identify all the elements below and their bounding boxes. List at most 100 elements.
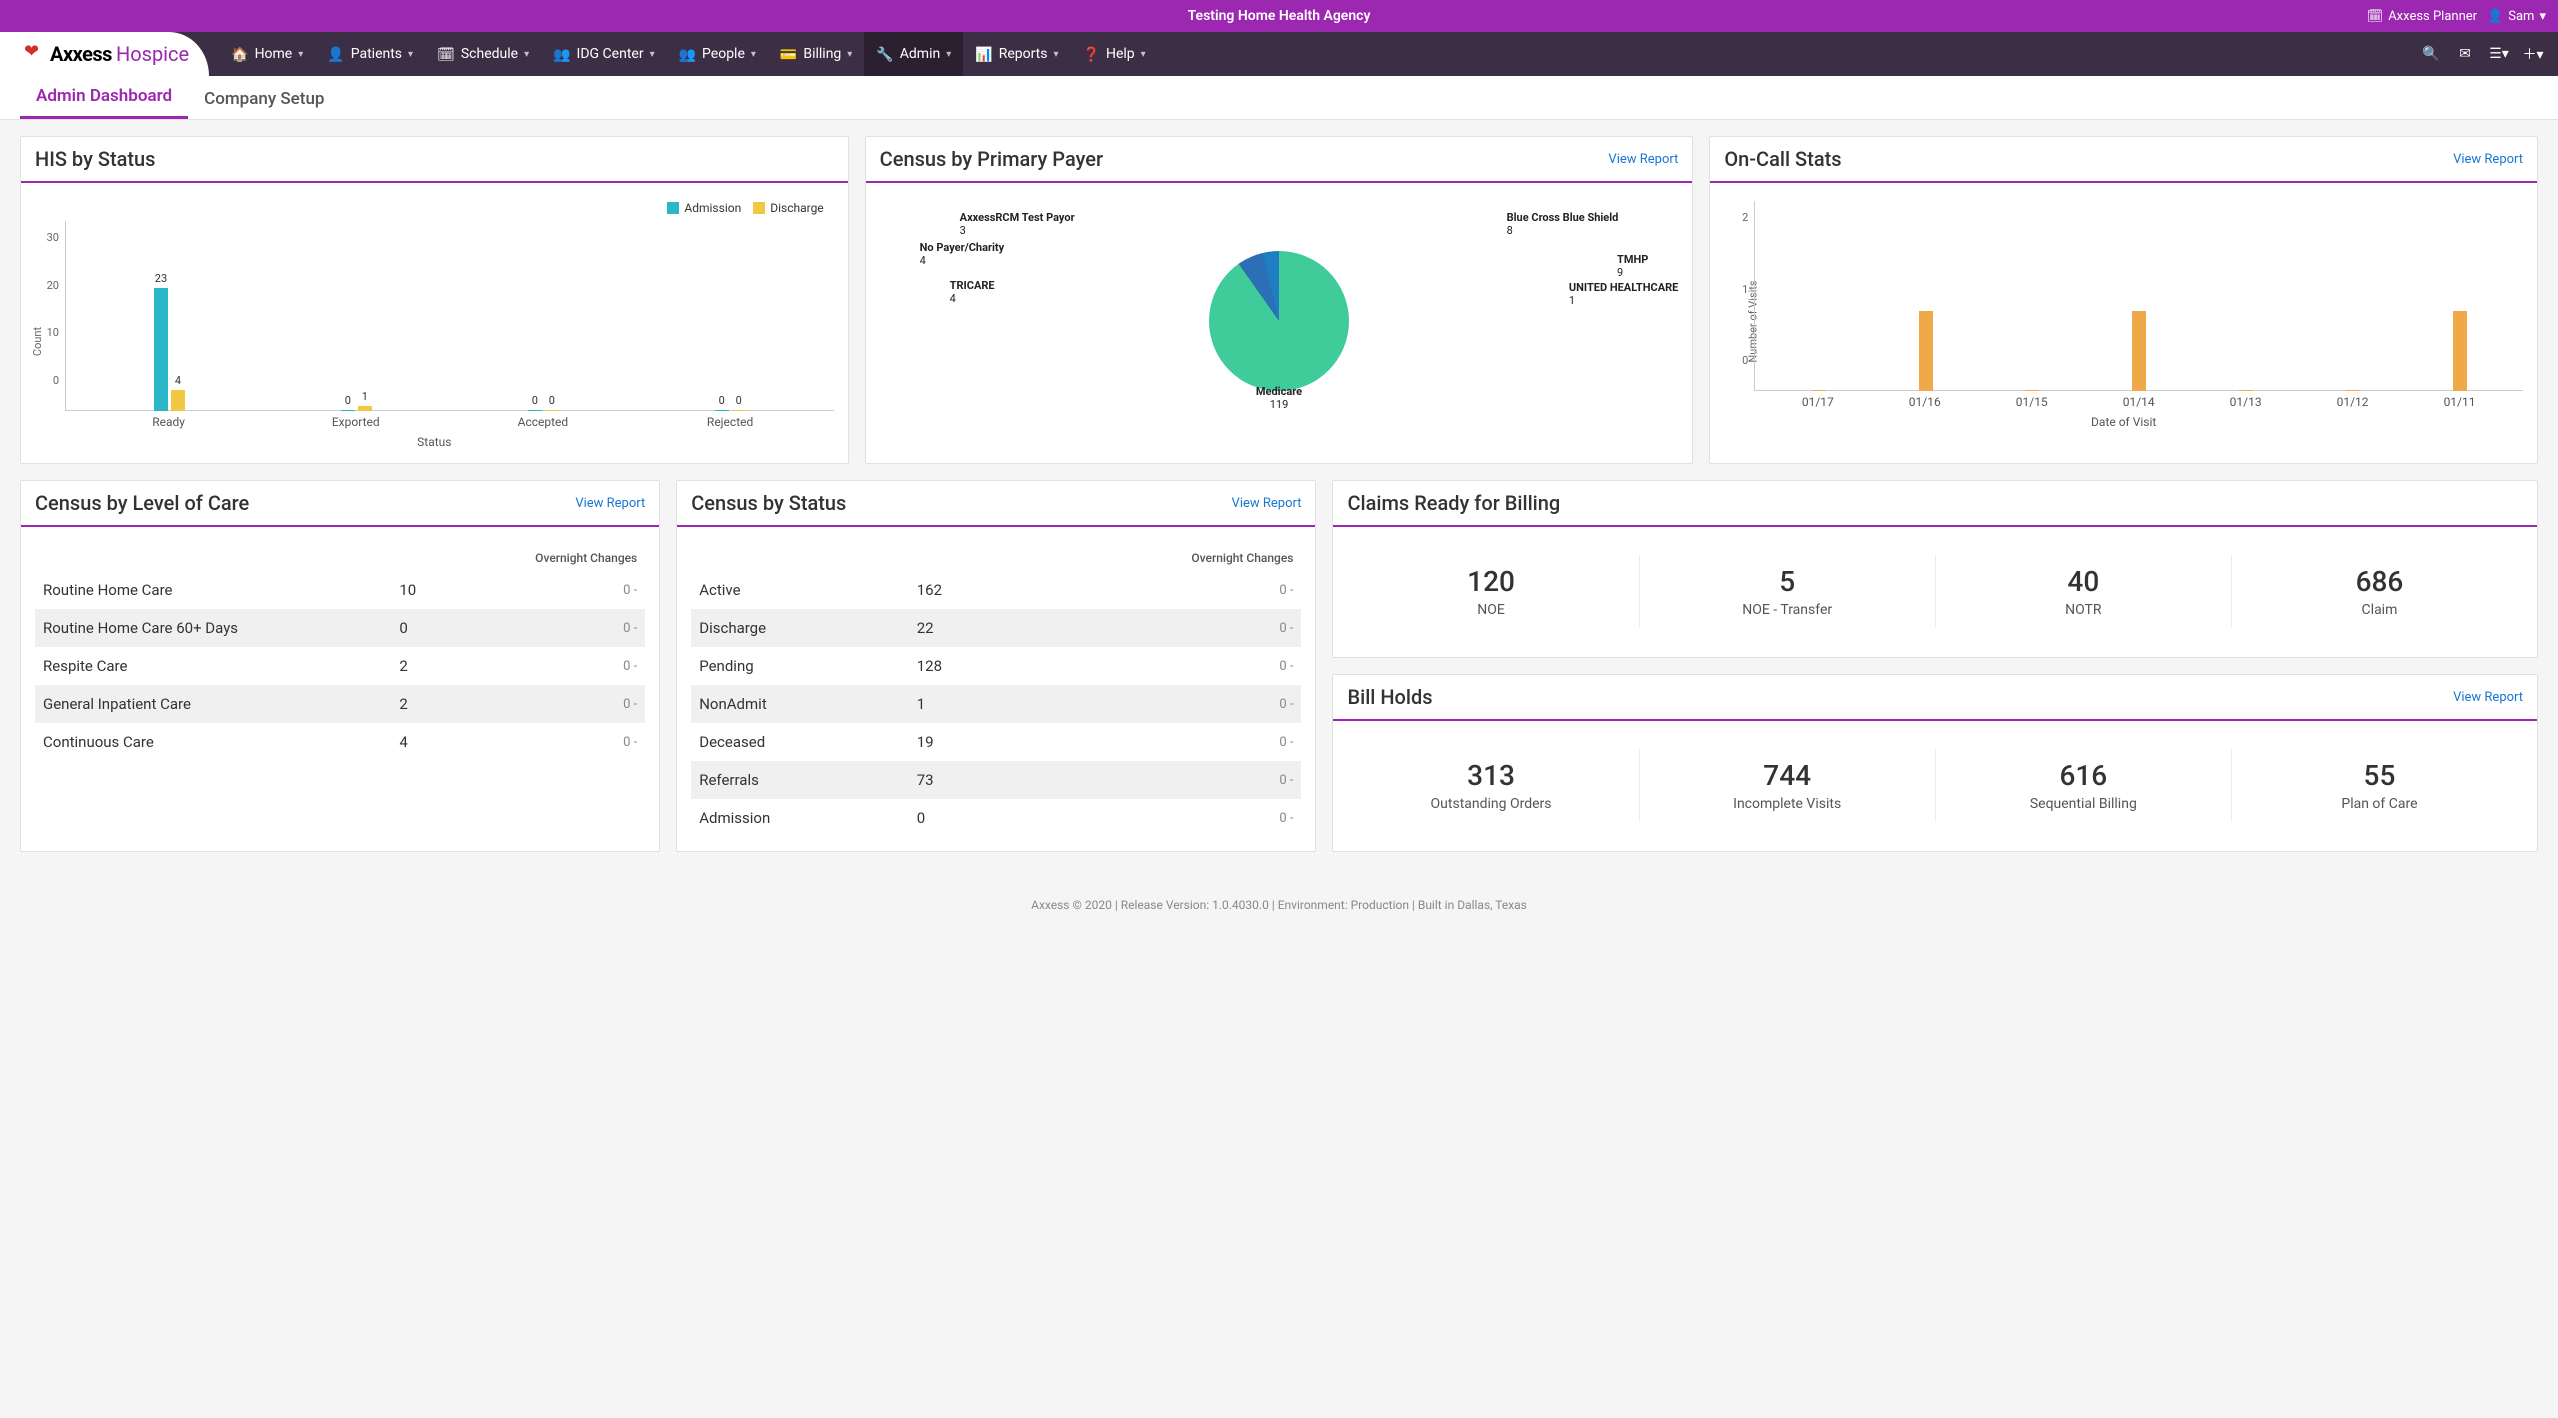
stat-tile[interactable]: 313Outstanding Orders xyxy=(1343,749,1639,822)
bar-group: 234 xyxy=(76,231,263,411)
legend-item: Discharge xyxy=(753,201,823,215)
list-icon[interactable]: ☰▾ xyxy=(2484,39,2514,69)
table-row[interactable]: Respite Care20 - xyxy=(35,647,645,685)
view-report-link[interactable]: View Report xyxy=(2453,152,2523,167)
table-row[interactable]: Active1620 - xyxy=(691,571,1301,609)
table-row[interactable]: Pending1280 - xyxy=(691,647,1301,685)
bar-group xyxy=(2299,211,2406,391)
stat-tile[interactable]: 120NOE xyxy=(1343,555,1639,628)
footer-text: Axxess © 2020 | Release Version: 1.0.403… xyxy=(0,884,2558,926)
pie-label: Blue Cross Blue Shield8 xyxy=(1507,211,1619,237)
table-row[interactable]: General Inpatient Care20 - xyxy=(35,685,645,723)
nav-item-patients[interactable]: 👤Patients▾ xyxy=(315,32,425,76)
x-tick: Ready xyxy=(75,415,262,429)
stat-tile[interactable]: 744Incomplete Visits xyxy=(1640,749,1936,822)
stat-tile[interactable]: 616Sequential Billing xyxy=(1936,749,2232,822)
search-icon[interactable]: 🔍 xyxy=(2416,39,2446,69)
nav-item-home[interactable]: 🏠Home▾ xyxy=(219,32,315,76)
view-report-link[interactable]: View Report xyxy=(1608,152,1678,167)
card-census-by-level-of-care: Census by Level of Care View Report Over… xyxy=(20,480,660,852)
x-tick: 01/11 xyxy=(2406,395,2513,409)
chart-legend: AdmissionDischarge xyxy=(35,201,834,215)
bar: 0 xyxy=(545,410,559,411)
money-icon: 💳 xyxy=(780,46,797,63)
card-on-call-stats: On-Call Stats View Report Number of Visi… xyxy=(1709,136,2538,464)
agency-name: Testing Home Health Agency xyxy=(1188,8,1371,24)
bar-group xyxy=(1872,211,1979,391)
nav-item-billing[interactable]: 💳Billing▾ xyxy=(768,32,864,76)
bar-group: 00 xyxy=(450,231,637,411)
level-of-care-table: Overnight Changes Routine Home Care100 -… xyxy=(35,545,645,761)
card-title: Census by Status xyxy=(691,491,846,515)
chevron-down-icon: ▾ xyxy=(946,49,951,60)
tab-company-setup[interactable]: Company Setup xyxy=(188,79,340,119)
x-axis-title: Status xyxy=(35,435,834,449)
calendar-icon: 🗓 xyxy=(2367,8,2384,24)
nav-item-help[interactable]: ❓Help▾ xyxy=(1071,32,1158,76)
table-row[interactable]: Admission00 - xyxy=(691,799,1301,837)
table-row[interactable]: Routine Home Care100 - xyxy=(35,571,645,609)
table-row[interactable]: NonAdmit10 - xyxy=(691,685,1301,723)
chevron-down-icon: ▾ xyxy=(2539,9,2546,24)
axxess-planner-link[interactable]: 🗓Axxess Planner xyxy=(2367,8,2477,24)
table-row[interactable]: Deceased190 - xyxy=(691,723,1301,761)
x-tick: 01/12 xyxy=(2299,395,2406,409)
bar-group xyxy=(2406,211,2513,391)
pie-label: No Payer/Charity4 xyxy=(920,241,1005,267)
y-axis: 210 xyxy=(1724,201,1754,391)
tab-admin-dashboard[interactable]: Admin Dashboard xyxy=(20,76,188,119)
table-row[interactable]: Routine Home Care 60+ Days00 - xyxy=(35,609,645,647)
x-tick: 01/15 xyxy=(1978,395,2085,409)
x-tick: 01/17 xyxy=(1764,395,1871,409)
x-tick: 01/13 xyxy=(2192,395,2299,409)
chevron-down-icon: ▾ xyxy=(1141,49,1146,60)
nav-item-people[interactable]: 👥People▾ xyxy=(667,32,768,76)
user-menu[interactable]: 👤Sam ▾ xyxy=(2487,8,2546,24)
x-tick: Accepted xyxy=(449,415,636,429)
pie-label: Medicare119 xyxy=(1256,385,1302,411)
person-icon: 👤 xyxy=(327,46,344,63)
stat-tile[interactable]: 40NOTR xyxy=(1936,555,2232,628)
nav-item-schedule[interactable]: 🗓Schedule▾ xyxy=(425,32,541,76)
pie-label: UNITED HEALTHCARE1 xyxy=(1569,281,1678,307)
table-row[interactable]: Referrals730 - xyxy=(691,761,1301,799)
bar: 0 xyxy=(528,410,542,411)
mail-icon[interactable]: ✉ xyxy=(2450,39,2480,69)
bar xyxy=(1919,311,1933,391)
table-row[interactable]: Continuous Care40 - xyxy=(35,723,645,761)
view-report-link[interactable]: View Report xyxy=(575,496,645,511)
card-his-by-status: HIS by Status AdmissionDischarge Count 3… xyxy=(20,136,849,464)
add-icon[interactable]: ＋▾ xyxy=(2518,39,2548,69)
bar: 0 xyxy=(715,410,729,411)
chevron-down-icon: ▾ xyxy=(298,49,303,60)
stat-tile[interactable]: 686Claim xyxy=(2232,555,2527,628)
help-icon: ❓ xyxy=(1083,46,1100,63)
view-report-link[interactable]: View Report xyxy=(1232,496,1302,511)
people-icon: 👥 xyxy=(679,46,696,63)
nav-item-idg-center[interactable]: 👥IDG Center▾ xyxy=(541,32,667,76)
view-report-link[interactable]: View Report xyxy=(2453,690,2523,705)
nav-item-reports[interactable]: 📊Reports▾ xyxy=(963,32,1070,76)
bar-group xyxy=(1765,211,1872,391)
chevron-down-icon: ▾ xyxy=(524,49,529,60)
calendar-icon: 🗓 xyxy=(437,46,455,63)
bar-plot: 234010000 xyxy=(65,221,834,411)
chevron-down-icon: ▾ xyxy=(1053,49,1058,60)
x-tick: 01/16 xyxy=(1871,395,1978,409)
home-icon: 🏠 xyxy=(231,46,248,63)
x-tick: Exported xyxy=(262,415,449,429)
census-status-table: Overnight Changes Active1620 -Discharge2… xyxy=(691,545,1301,837)
card-title: Census by Level of Care xyxy=(35,491,249,515)
card-census-by-status: Census by Status View Report Overnight C… xyxy=(676,480,1316,852)
table-row[interactable]: Discharge220 - xyxy=(691,609,1301,647)
main-nav-bar: AxxessHospice 🏠Home▾👤Patients▾🗓Schedule▾… xyxy=(0,32,2558,76)
stat-tile[interactable]: 55Plan of Care xyxy=(2232,749,2527,822)
chevron-down-icon: ▾ xyxy=(751,49,756,60)
pie-chart: Medicare119TMHP9Blue Cross Blue Shield8N… xyxy=(880,201,1679,411)
stat-tile[interactable]: 5NOE - Transfer xyxy=(1640,555,1936,628)
chevron-down-icon: ▾ xyxy=(847,49,852,60)
bar xyxy=(2132,311,2146,391)
bar xyxy=(1812,390,1826,391)
brand-logo[interactable]: AxxessHospice xyxy=(24,42,189,66)
nav-item-admin[interactable]: 🔧Admin▾ xyxy=(864,32,963,76)
